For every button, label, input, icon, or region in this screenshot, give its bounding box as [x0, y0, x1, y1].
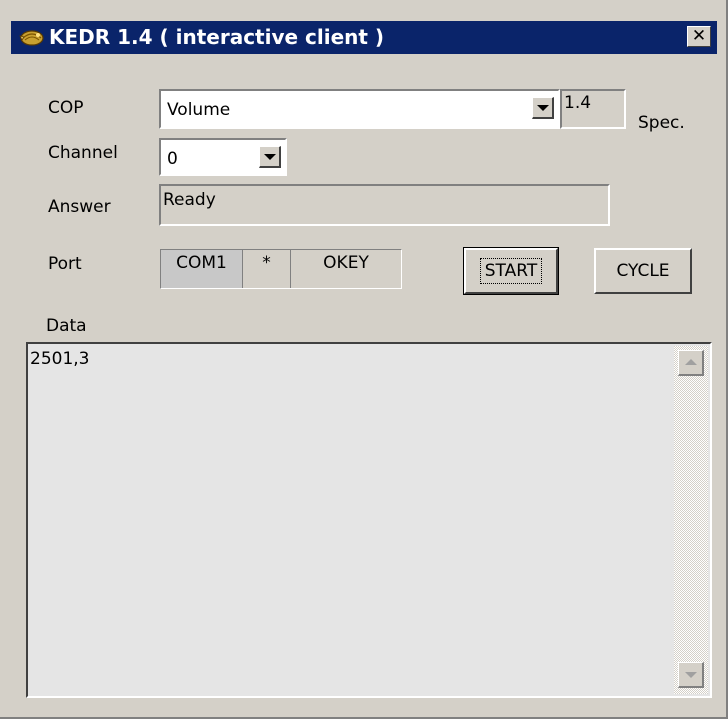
version-value: 1.4	[564, 93, 592, 113]
spec-label: Spec.	[638, 113, 685, 133]
channel-dropdown-button[interactable]	[259, 146, 281, 168]
title-bar[interactable]: KEDR 1.4 ( interactive client ) ✕	[11, 21, 717, 54]
data-textarea[interactable]: 2501,3	[26, 342, 712, 698]
data-label: Data	[46, 316, 87, 336]
data-content: 2501,3	[30, 349, 90, 369]
answer-value: Ready	[163, 190, 216, 210]
port-indicator: *	[262, 253, 271, 273]
channel-label: Channel	[48, 143, 118, 163]
cycle-button[interactable]: CYCLE	[594, 248, 692, 294]
cop-label: COP	[48, 98, 84, 118]
cop-select[interactable]: Volume	[159, 89, 560, 129]
close-button[interactable]: ✕	[687, 26, 711, 47]
main-window: KEDR 1.4 ( interactive client ) ✕ COP Vo…	[0, 0, 728, 719]
channel-select[interactable]: 0	[159, 138, 287, 176]
port-indicator-cell: *	[243, 250, 291, 288]
version-field: 1.4	[560, 89, 626, 129]
channel-selected-value: 0	[167, 149, 178, 169]
start-button[interactable]: START	[463, 247, 559, 295]
close-icon: ✕	[691, 26, 707, 46]
cop-selected-value: Volume	[167, 100, 231, 120]
port-label: Port	[48, 254, 82, 274]
cycle-button-label: CYCLE	[616, 261, 670, 281]
start-button-label: START	[479, 258, 543, 284]
port-status: OKEY	[323, 253, 369, 273]
kedr-app-icon	[19, 30, 44, 46]
vertical-scrollbar[interactable]	[674, 346, 708, 694]
answer-label: Answer	[48, 197, 111, 217]
scroll-up-button[interactable]	[678, 350, 704, 376]
cop-dropdown-button[interactable]	[532, 97, 554, 119]
window-title: KEDR 1.4 ( interactive client )	[49, 25, 385, 49]
scroll-down-button[interactable]	[678, 662, 704, 688]
port-name: COM1	[176, 253, 227, 273]
port-status-cell: OKEY	[291, 250, 401, 288]
port-status-panel: COM1 * OKEY	[160, 249, 402, 289]
answer-field: Ready	[159, 184, 610, 226]
port-name-cell: COM1	[161, 250, 243, 288]
